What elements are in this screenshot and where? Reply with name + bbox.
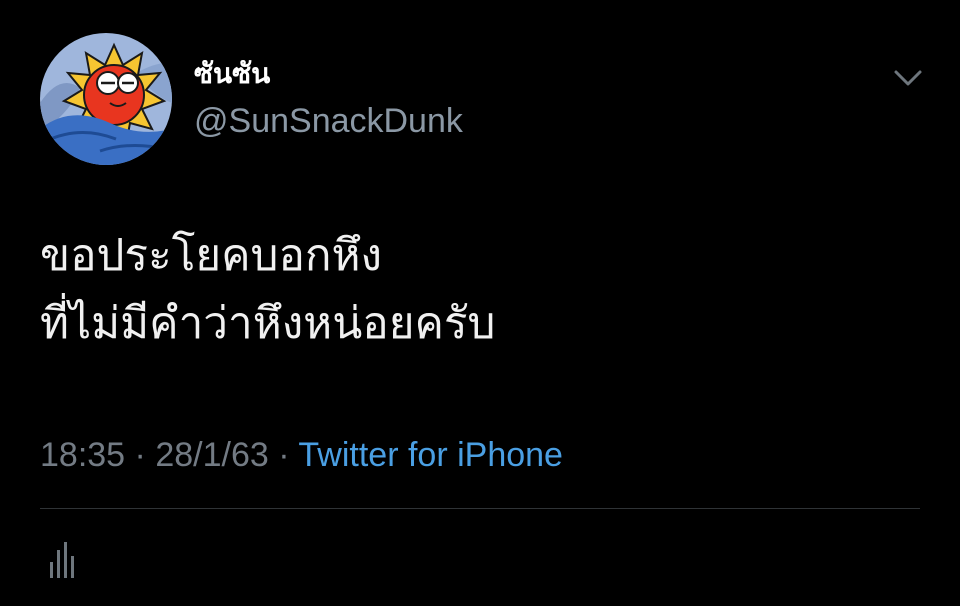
user-handle[interactable]: @SunSnackDunk: [194, 100, 463, 142]
tweet-time: 18:35: [40, 436, 126, 474]
chevron-down-icon[interactable]: [890, 62, 926, 92]
tweet-detail: ซันซัน @SunSnackDunk ขอประโยคบอกหึง ที่ไ…: [0, 0, 960, 606]
analytics-bars-icon[interactable]: [48, 540, 76, 580]
meta-separator: ·: [278, 436, 290, 474]
divider: [40, 508, 920, 509]
meta-separator: ·: [134, 436, 146, 474]
display-name[interactable]: ซันซัน: [194, 56, 270, 92]
tweet-text-line: ขอประโยคบอกหึง: [40, 230, 383, 281]
tweet-text-line: ที่ไม่มีคำว่าหึงหน่อยครับ: [40, 298, 496, 349]
tweet-text: ขอประโยคบอกหึง ที่ไม่มีคำว่าหึงหน่อยครับ: [40, 222, 920, 358]
tweet-date: 28/1/63: [155, 436, 269, 474]
sun-character-avatar-icon: [40, 33, 172, 165]
tweet-source-link[interactable]: Twitter for iPhone: [298, 436, 563, 474]
avatar[interactable]: [40, 33, 172, 165]
tweet-meta: 18:35 · 28/1/63 · Twitter for iPhone: [40, 432, 563, 478]
